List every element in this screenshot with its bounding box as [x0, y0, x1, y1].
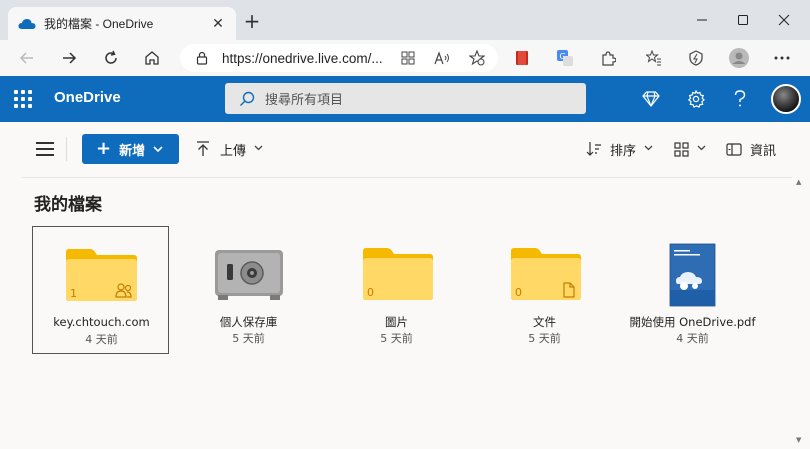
search-icon: [240, 91, 255, 106]
upload-arrow-icon: [197, 141, 209, 156]
folder-item-count: 0: [515, 286, 522, 299]
folder-icon: 0: [363, 248, 433, 300]
collections-extension-icon[interactable]: [510, 46, 534, 70]
shared-folder-icon: 1: [66, 249, 137, 301]
info-button[interactable]: 資訊: [726, 134, 776, 164]
read-aloud-icon[interactable]: [430, 46, 454, 70]
file-date: 5 天前: [528, 332, 561, 345]
url-text: https://onedrive.live.com/...: [222, 50, 383, 66]
new-tab-button[interactable]: +: [242, 10, 262, 32]
browser-tab[interactable]: 我的檔案 - OneDrive ✕: [8, 7, 236, 40]
scrollbar[interactable]: ▲ ▼: [795, 178, 805, 444]
file-name[interactable]: 個人保存庫: [180, 314, 317, 330]
file-tile-shared-folder[interactable]: 1 key.chtouch.com 4 天前: [32, 226, 169, 354]
sort-button[interactable]: 排序: [586, 134, 653, 164]
search-placeholder: 搜尋所有項目: [265, 93, 344, 108]
pdf-document-thumbnail: [669, 243, 716, 307]
file-date: 4 天前: [676, 332, 709, 345]
info-pane-icon: [726, 142, 742, 156]
file-tile-vault[interactable]: 個人保存庫 5 天前: [180, 226, 317, 354]
command-bar: + 新增 上傳 排序 資訊: [22, 134, 792, 164]
plus-icon: +: [96, 138, 112, 159]
chevron-down-icon: [153, 144, 163, 155]
refresh-icon[interactable]: [98, 46, 124, 70]
onedrive-header: OneDrive 搜尋所有項目: [0, 76, 810, 122]
minimize-icon[interactable]: [690, 8, 714, 32]
new-button-label: 新增: [119, 143, 146, 159]
toolbar-divider: [66, 137, 67, 161]
back-icon[interactable]: [14, 46, 40, 70]
view-switcher-button[interactable]: [674, 134, 706, 164]
add-favorite-icon[interactable]: [465, 46, 489, 70]
file-tile-pictures[interactable]: 0 圖片 5 天前: [328, 226, 465, 354]
chevron-down-icon: [644, 144, 653, 154]
tab-title: 我的檔案 - OneDrive: [44, 17, 154, 31]
lock-icon[interactable]: [196, 51, 208, 65]
more-options-icon[interactable]: [770, 46, 794, 70]
divider: [22, 177, 792, 178]
info-label: 資訊: [750, 143, 777, 159]
app-launcher-icon[interactable]: [14, 90, 32, 108]
upload-label: 上傳: [220, 143, 247, 159]
file-name[interactable]: key.chtouch.com: [33, 315, 170, 329]
home-icon[interactable]: [139, 46, 165, 70]
grid-view-icon: [674, 141, 689, 157]
apps-available-icon[interactable]: [396, 46, 420, 70]
file-name[interactable]: 開始使用 OneDrive.pdf: [624, 314, 761, 330]
scroll-up-icon[interactable]: ▲: [796, 178, 801, 186]
settings-gear-icon[interactable]: [684, 87, 708, 111]
documents-folder-icon: 0: [511, 248, 581, 300]
close-tab-icon[interactable]: ✕: [210, 16, 226, 32]
forward-icon[interactable]: [56, 46, 82, 70]
chevron-down-icon: [697, 144, 706, 154]
search-box[interactable]: 搜尋所有項目: [225, 83, 586, 114]
chevron-down-icon: [254, 144, 263, 154]
browser-toolbar: https://onedrive.live.com/... G: [0, 40, 810, 76]
file-tile-documents[interactable]: 0 文件 5 天前: [476, 226, 613, 354]
upload-button[interactable]: 上傳: [196, 134, 263, 164]
file-date: 5 天前: [380, 332, 413, 345]
extensions-icon[interactable]: [596, 46, 620, 70]
maximize-icon[interactable]: [731, 8, 755, 32]
file-date: 4 天前: [85, 333, 118, 346]
onedrive-cloud-icon: [18, 18, 36, 29]
premium-diamond-icon[interactable]: [639, 87, 663, 111]
personal-vault-icon: [215, 250, 283, 300]
main-content: + 新增 上傳 排序 資訊 我的檔案 ▲ ▼ 1 key.chtouch.com…: [0, 122, 810, 449]
app-name[interactable]: OneDrive: [54, 89, 121, 106]
user-avatar[interactable]: [771, 84, 801, 114]
sort-label: 排序: [610, 143, 637, 159]
folder-item-count: 0: [367, 286, 374, 299]
file-name[interactable]: 文件: [476, 314, 613, 330]
favorites-icon[interactable]: [642, 46, 666, 70]
navigation-menu-icon[interactable]: [36, 142, 54, 156]
sort-icon: [586, 142, 601, 156]
translate-extension-icon[interactable]: G: [553, 46, 577, 70]
browser-titlebar: 我的檔案 - OneDrive ✕ +: [0, 0, 810, 40]
file-date: 5 天前: [232, 332, 265, 345]
file-tile-pdf[interactable]: 開始使用 OneDrive.pdf 4 天前: [624, 226, 761, 354]
folder-item-count: 1: [70, 287, 77, 300]
scroll-down-icon[interactable]: ▼: [796, 436, 801, 444]
help-icon[interactable]: [728, 87, 752, 111]
profile-icon[interactable]: [727, 46, 751, 70]
file-name[interactable]: 圖片: [328, 314, 465, 330]
browser-essentials-icon[interactable]: [684, 46, 708, 70]
close-window-icon[interactable]: [772, 8, 796, 32]
page-title: 我的檔案: [34, 195, 102, 215]
new-button[interactable]: + 新增: [82, 134, 179, 164]
